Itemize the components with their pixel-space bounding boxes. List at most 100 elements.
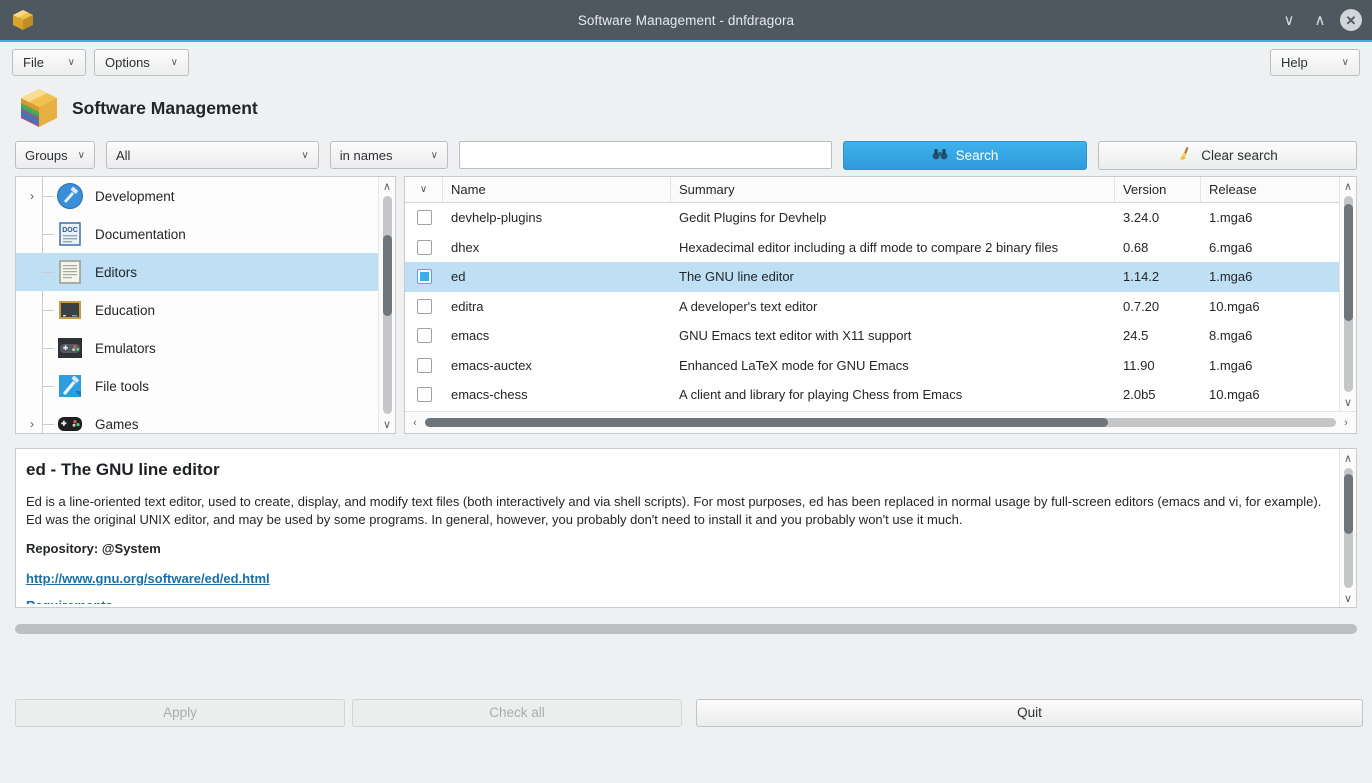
row-checkbox-cell[interactable]: [405, 328, 443, 344]
row-checkbox-cell[interactable]: [405, 357, 443, 373]
row-checkbox[interactable]: [416, 387, 432, 403]
tree-item-education[interactable]: Education: [16, 291, 378, 329]
check-all-button[interactable]: Check all: [352, 698, 682, 727]
apply-button[interactable]: Apply: [15, 698, 345, 727]
minimize-button[interactable]: ∨: [1278, 9, 1300, 31]
scroll-track[interactable]: [382, 196, 392, 414]
column-header-name[interactable]: Name: [443, 177, 671, 202]
options-menu-button[interactable]: Options ∨: [94, 48, 189, 76]
scroll-right-icon[interactable]: ›: [1339, 417, 1353, 429]
cell-version: 3.24.0: [1123, 210, 1160, 226]
tree-connector: [42, 385, 54, 387]
scroll-thumb[interactable]: [1343, 474, 1353, 534]
tree-connector: [42, 195, 54, 197]
details-vertical-scrollbar[interactable]: ∧ ∨: [1339, 449, 1356, 607]
row-checkbox-cell[interactable]: [405, 269, 443, 285]
tree-item-label: Development: [95, 188, 175, 204]
details-horizontal-scrollbar[interactable]: [15, 616, 1357, 642]
close-button[interactable]: ✕: [1340, 9, 1362, 31]
scroll-down-icon[interactable]: ∨: [383, 417, 391, 431]
tree-item-label: Emulators: [95, 340, 156, 356]
scroll-up-icon[interactable]: ∧: [1344, 451, 1352, 465]
cell-version: 0.7.20: [1123, 298, 1160, 314]
scroll-thumb[interactable]: [425, 418, 1109, 427]
filter-select[interactable]: All ∨: [105, 141, 319, 169]
row-checkbox-cell[interactable]: [405, 239, 443, 255]
table-row[interactable]: dhex Hexadecimal editor including a diff…: [405, 233, 1339, 263]
tree-item-editors[interactable]: Editors: [16, 253, 378, 291]
row-checkbox[interactable]: [416, 239, 432, 255]
chevron-right-icon[interactable]: ›: [22, 417, 42, 431]
scroll-left-icon[interactable]: ‹: [408, 417, 422, 429]
binoculars-icon: [932, 147, 948, 164]
search-toolbar: Groups ∨ All ∨ in names ∨ Search Clear s…: [0, 134, 1372, 176]
table-row[interactable]: emacs-auctex Enhanced LaTeX mode for GNU…: [405, 351, 1339, 381]
scroll-up-icon[interactable]: ∧: [1344, 179, 1352, 193]
row-checkbox[interactable]: [416, 298, 432, 314]
menu-bar: File ∨ Options ∨ Help ∨: [0, 42, 1372, 82]
tree-connector: [42, 233, 54, 235]
row-checkbox-checked[interactable]: [416, 269, 432, 285]
scroll-thumb[interactable]: [1343, 203, 1353, 322]
scroll-up-icon[interactable]: ∧: [383, 179, 391, 193]
table-row[interactable]: editra A developer's text editor 0.7.20 …: [405, 292, 1339, 322]
tree-item-emulators[interactable]: Emulators: [16, 329, 378, 367]
tree-item-label: Editors: [95, 264, 138, 280]
cell-name: ed: [451, 269, 466, 285]
row-checkbox[interactable]: [416, 210, 432, 226]
details-url-link[interactable]: http://www.gnu.org/software/ed/ed.html: [26, 570, 270, 589]
column-header-select-all[interactable]: ∨: [405, 177, 443, 202]
blackboard-icon: [56, 296, 84, 324]
search-scope-select[interactable]: in names ∨: [329, 141, 448, 169]
table-vertical-scrollbar[interactable]: ∧ ∨: [1339, 177, 1356, 411]
details-repository: Repository: @System: [26, 541, 161, 557]
tree-item-games[interactable]: › Games: [16, 405, 378, 433]
chevron-right-icon[interactable]: ›: [22, 189, 42, 203]
row-checkbox-cell[interactable]: [405, 298, 443, 314]
cell-release: 8.mga6: [1209, 328, 1253, 344]
clear-search-button[interactable]: Clear search: [1098, 140, 1357, 170]
tree-item-label: Education: [95, 302, 156, 318]
scroll-track[interactable]: [425, 418, 1336, 427]
maximize-button[interactable]: ∧: [1309, 9, 1331, 31]
row-checkbox[interactable]: [416, 328, 432, 344]
file-menu-button[interactable]: File ∨: [12, 48, 86, 76]
column-header-summary[interactable]: Summary: [671, 177, 1115, 202]
search-input[interactable]: [459, 141, 832, 169]
row-checkbox-cell[interactable]: [405, 387, 443, 403]
column-header-release[interactable]: Release: [1201, 177, 1331, 202]
quit-button[interactable]: Quit: [696, 698, 1363, 727]
scroll-track[interactable]: [15, 624, 1357, 634]
scroll-track[interactable]: [1343, 196, 1353, 392]
scroll-track[interactable]: [1343, 468, 1353, 588]
column-header-version[interactable]: Version: [1115, 177, 1201, 202]
scroll-thumb[interactable]: [382, 235, 392, 316]
help-menu-button[interactable]: Help ∨: [1270, 48, 1360, 76]
scroll-down-icon[interactable]: ∨: [1344, 591, 1352, 605]
tree-item-file-tools[interactable]: File tools: [16, 367, 378, 405]
table-row[interactable]: emacs GNU Emacs text editor with X11 sup…: [405, 321, 1339, 351]
table-row[interactable]: emacs-chess A client and library for pla…: [405, 380, 1339, 410]
details-requirements-link[interactable]: Requirements: [26, 597, 1329, 604]
cell-summary: Enhanced LaTeX mode for GNU Emacs: [679, 357, 909, 373]
table-row-selected[interactable]: ed The GNU line editor 1.14.2 1.mga6: [405, 262, 1339, 292]
tree-item-development[interactable]: › Development: [16, 177, 378, 215]
row-checkbox-cell[interactable]: [405, 210, 443, 226]
package-details-content: ed - The GNU line editor Ed is a line-or…: [16, 449, 1339, 607]
search-button[interactable]: Search: [843, 140, 1087, 170]
window-title: Software Management - dnfdragora: [577, 12, 795, 28]
scroll-down-icon[interactable]: ∨: [1344, 395, 1352, 409]
group-by-select[interactable]: Groups ∨: [15, 141, 95, 169]
tree-item-label: Games: [95, 416, 139, 432]
table-body-wrap: ∨ Name Summary Version Release devhelp-p…: [405, 177, 1356, 411]
broom-icon: [1177, 146, 1192, 164]
doc-icon: DOC: [56, 220, 84, 248]
table-row[interactable]: devhelp-plugins Gedit Plugins for Devhel…: [405, 203, 1339, 233]
table-horizontal-scrollbar[interactable]: ‹ ›: [405, 411, 1356, 433]
cell-release: 1.mga6: [1209, 357, 1253, 373]
table-header-row: ∨ Name Summary Version Release: [405, 177, 1339, 203]
tree-item-documentation[interactable]: DOC Documentation: [16, 215, 378, 253]
tree-vertical-scrollbar[interactable]: ∧ ∨: [378, 177, 395, 433]
tree-connector: [42, 347, 54, 349]
row-checkbox[interactable]: [416, 357, 432, 373]
